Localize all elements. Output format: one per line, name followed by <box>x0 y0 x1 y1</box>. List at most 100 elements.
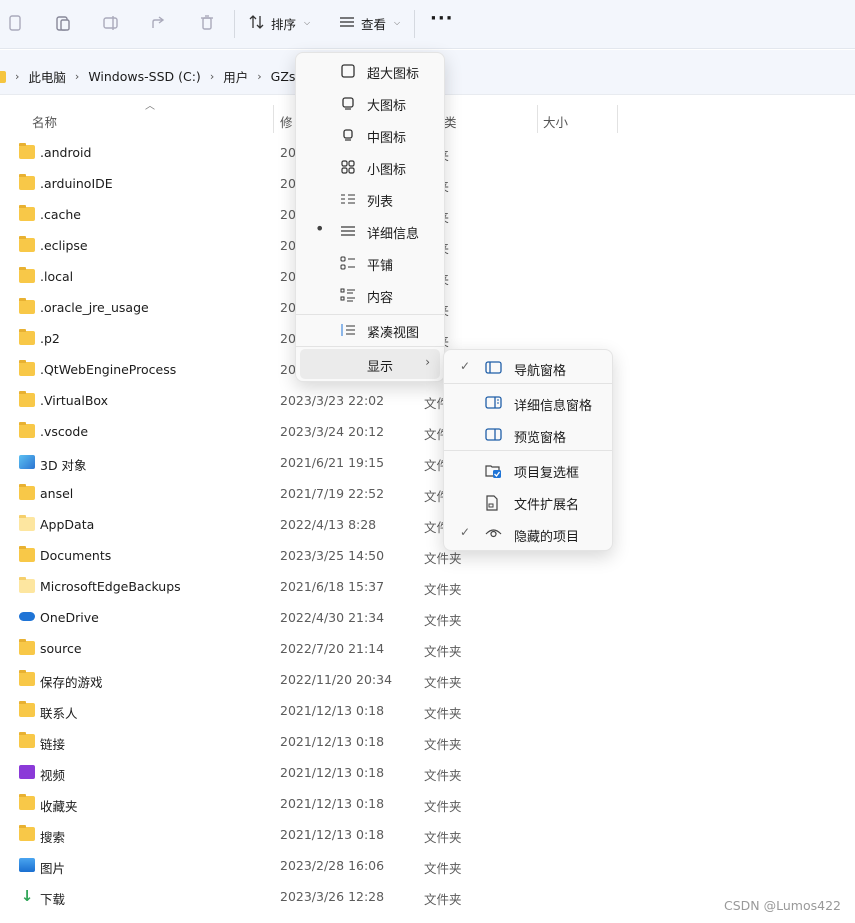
show-submenu: ✓ 导航窗格详细信息窗格 预览窗格项目复选框 文件扩展名 ✓ 隐藏的项目 <box>443 349 613 551</box>
file-name: .p2 <box>40 331 60 346</box>
file-type: 文件夹 <box>424 892 462 907</box>
file-name: 收藏夹 <box>40 799 78 814</box>
compact-view-icon <box>340 323 356 337</box>
checkmark-icon: ✓ <box>460 359 471 373</box>
column-header-size[interactable]: 大小 <box>543 112 568 140</box>
view-menu-item-label: 大图标 <box>367 99 407 114</box>
file-extension-icon <box>485 495 502 511</box>
file-name: .android <box>40 145 92 160</box>
sort-button[interactable]: 排序 ⌵ <box>249 11 310 35</box>
file-type: 文件夹 <box>424 644 462 659</box>
folder-icon <box>19 825 35 841</box>
file-name: source <box>40 641 82 656</box>
view-menu-item[interactable]: 小图标 <box>300 152 440 182</box>
show-menu-item[interactable]: ✓ 隐藏的项目 <box>448 519 608 549</box>
show-menu-item[interactable]: 详细信息窗格 <box>448 388 608 418</box>
compact-view-item[interactable]: 紧凑视图 <box>300 315 440 345</box>
file-row[interactable]: OneDrive 2022/4/30 21:34 文件夹 <box>0 602 855 633</box>
show-label: 显示 <box>367 360 394 375</box>
file-name: .QtWebEngineProcess <box>40 362 177 377</box>
folder-icon <box>19 391 35 407</box>
show-menu-item[interactable]: 文件扩展名 <box>448 487 608 517</box>
file-row[interactable]: .vscode 2023/3/24 20:12 文件 <box>0 416 855 447</box>
details-pane-icon <box>485 396 502 410</box>
show-menu-item-label: 详细信息窗格 <box>514 399 593 414</box>
view-menu-item[interactable]: 大图标 <box>300 88 440 118</box>
file-row[interactable]: ansel 2021/7/19 22:52 文件 <box>0 478 855 509</box>
show-menu-item-label: 导航窗格 <box>514 364 567 379</box>
view-menu-item[interactable]: 平铺 <box>300 248 440 278</box>
show-submenu-item[interactable]: 显示 › <box>300 349 440 379</box>
view-button[interactable]: 查看 ⌵ <box>339 11 400 35</box>
file-row[interactable]: 保存的游戏 2022/11/20 20:34 文件夹 <box>0 664 855 695</box>
view-menu-item[interactable]: 内容 <box>300 280 440 310</box>
folder-light-icon <box>19 515 35 531</box>
item-checkbox-icon <box>485 463 502 478</box>
file-row[interactable]: Documents 2023/3/25 14:50 文件夹 <box>0 540 855 571</box>
breadcrumb: › 此电脑 › Windows-SSD (C:) › 用户 › GZsh <box>0 67 303 86</box>
file-row[interactable]: .VirtualBox 2023/3/23 22:02 文件 <box>0 385 855 416</box>
file-row[interactable]: AppData 2022/4/13 8:28 文件 <box>0 509 855 540</box>
file-row[interactable]: MicrosoftEdgeBackups 2021/6/18 15:37 文件夹 <box>0 571 855 602</box>
column-header-name[interactable]: 名称 <box>32 112 57 140</box>
show-menu-item-label: 预览窗格 <box>514 431 567 446</box>
share-icon[interactable] <box>148 12 170 34</box>
delete-icon[interactable] <box>196 12 218 34</box>
chevron-down-icon: ⌵ <box>394 18 401 27</box>
folder-icon <box>19 794 35 810</box>
column-divider[interactable] <box>273 105 274 133</box>
breadcrumb-item[interactable]: 此电脑 <box>28 67 66 86</box>
file-name: ansel <box>40 486 74 501</box>
show-menu-item[interactable]: 项目复选框 <box>448 455 608 485</box>
file-date: 2022/7/20 21:14 <box>280 641 385 656</box>
breadcrumb-item[interactable]: 用户 <box>223 67 248 86</box>
more-options-button[interactable]: ··· <box>430 8 454 29</box>
view-menu-item[interactable]: 中图标 <box>300 120 440 150</box>
file-row[interactable]: 图片 2023/2/28 16:06 文件夹 <box>0 850 855 881</box>
view-menu-item-label: 内容 <box>367 291 394 306</box>
file-type: 文件夹 <box>424 613 462 628</box>
file-row[interactable]: 链接 2021/12/13 0:18 文件夹 <box>0 726 855 757</box>
file-row[interactable]: 搜索 2021/12/13 0:18 文件夹 <box>0 819 855 850</box>
show-menu-item[interactable]: ✓ 导航窗格 <box>448 353 608 383</box>
file-row[interactable]: 视频 2021/12/13 0:18 文件夹 <box>0 757 855 788</box>
file-row[interactable]: 收藏夹 2021/12/13 0:18 文件夹 <box>0 788 855 819</box>
file-row[interactable]: 联系人 2021/12/13 0:18 文件夹 <box>0 695 855 726</box>
folder-icon <box>19 236 35 252</box>
view-menu-item[interactable]: • 详细信息 <box>300 216 440 246</box>
rename-icon[interactable] <box>100 12 122 34</box>
file-date: 2021/12/13 0:18 <box>280 827 385 842</box>
file-name: MicrosoftEdgeBackups <box>40 579 181 594</box>
file-name: .oracle_jre_usage <box>40 300 149 315</box>
view-menu-item-label: 中图标 <box>367 131 407 146</box>
folder-icon <box>19 267 35 283</box>
column-divider[interactable] <box>537 105 538 133</box>
column-header-modified[interactable]: 修 <box>280 112 293 140</box>
toolbar-separator <box>234 10 235 38</box>
file-date: 20 <box>280 300 296 315</box>
folder-icon <box>19 298 35 314</box>
file-name: .VirtualBox <box>40 393 109 408</box>
command-bar: 排序 ⌵ 查看 ⌵ ··· <box>0 0 855 49</box>
breadcrumb-item[interactable]: Windows-SSD (C:) <box>88 69 200 84</box>
file-row[interactable]: 3D 对象 2021/6/21 19:15 文件 <box>0 447 855 478</box>
file-row[interactable]: source 2022/7/20 21:14 文件夹 <box>0 633 855 664</box>
file-type: 文件夹 <box>424 799 462 814</box>
medium-icons-icon <box>340 128 356 142</box>
file-name: 下载 <box>40 892 66 907</box>
sort-ascending-icon: ︿ <box>145 101 155 112</box>
show-menu-item[interactable]: 预览窗格 <box>448 420 608 450</box>
folder-icon <box>19 670 35 686</box>
file-type: 文件夹 <box>424 830 462 845</box>
sort-label: 排序 <box>271 16 297 32</box>
copy-icon[interactable] <box>4 12 26 34</box>
column-divider[interactable] <box>617 105 618 133</box>
view-menu-item[interactable]: 超大图标 <box>300 56 440 86</box>
view-menu-item-label: 列表 <box>367 195 394 210</box>
file-date: 2022/4/13 8:28 <box>280 517 377 532</box>
folder-icon <box>19 639 35 655</box>
paste-icon[interactable] <box>52 12 74 34</box>
file-date: 2021/6/18 15:37 <box>280 579 385 594</box>
compact-view-label: 紧凑视图 <box>367 326 420 341</box>
view-menu-item[interactable]: 列表 <box>300 184 440 214</box>
